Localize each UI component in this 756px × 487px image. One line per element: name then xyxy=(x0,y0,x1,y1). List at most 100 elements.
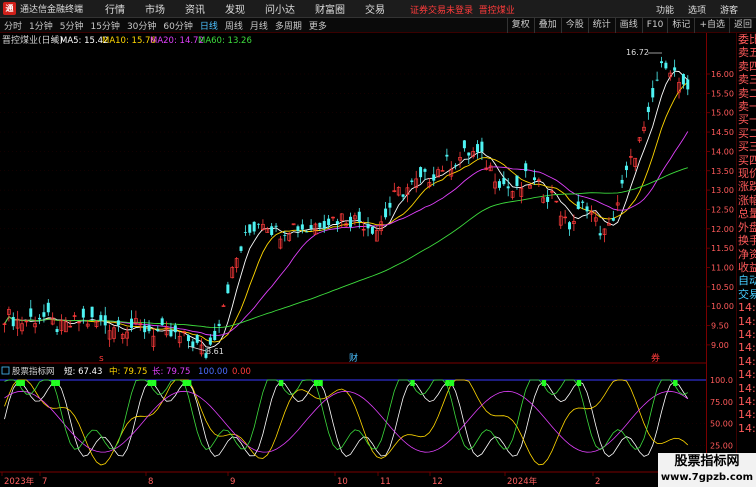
side-item-13[interactable]: 总量 xyxy=(737,207,756,220)
side-item-8[interactable]: 买三 xyxy=(737,140,756,153)
menu-item-wealth[interactable]: 财富圈 xyxy=(315,1,345,16)
indicator-high-bar xyxy=(318,380,323,386)
side-item-25[interactable]: 14:5 xyxy=(737,368,756,381)
side-item-10[interactable]: 现价 xyxy=(737,167,756,180)
indicator-high-bar xyxy=(541,380,547,386)
candle-body xyxy=(130,318,134,328)
title-bar: 通 通达信金融终端 行情 市场 资讯 发现 问小达 财富圈 交易 证券交易未登录… xyxy=(0,0,756,18)
side-item-6[interactable]: 买一 xyxy=(737,113,756,126)
ma10-line xyxy=(4,81,689,343)
side-item-14[interactable]: 外盘 xyxy=(737,221,756,234)
price-tick-label: 11.00 xyxy=(711,264,734,273)
options-button[interactable]: 选项 xyxy=(688,3,706,16)
menu-item-quotes[interactable]: 行情 xyxy=(105,1,125,16)
candle-body xyxy=(462,140,466,149)
price-tick-label: 11.50 xyxy=(711,244,734,253)
side-item-11[interactable]: 涨跌 xyxy=(737,180,756,193)
period-30min[interactable]: 30分钟 xyxy=(127,19,156,32)
side-item-27[interactable]: 14:5 xyxy=(737,395,756,408)
indicator-high-bar xyxy=(16,380,21,386)
price-tick-label: 15.50 xyxy=(711,89,734,98)
period-monthly[interactable]: 月线 xyxy=(250,19,268,32)
period-intraday[interactable]: 分时 xyxy=(4,19,22,32)
side-item-17[interactable]: 收益 xyxy=(737,261,756,274)
menu-item-trade[interactable]: 交易 xyxy=(365,1,385,16)
ma-legend-3: MA60: 13.26 xyxy=(198,36,252,46)
menu-item-market[interactable]: 市场 xyxy=(145,1,165,16)
side-item-9[interactable]: 买四 xyxy=(737,154,756,167)
indicator-tick-label: 75.00 xyxy=(710,398,733,407)
indicator-high-bar xyxy=(313,380,319,386)
tool-overlay[interactable]: 叠加 xyxy=(533,18,561,33)
period-toolbar: 分时 1分钟 5分钟 15分钟 30分钟 60分钟 日线 周线 月线 多周期 更… xyxy=(0,18,756,33)
side-item-4[interactable]: 卖二 xyxy=(737,87,756,100)
tool-f10[interactable]: F10 xyxy=(641,18,668,33)
period-1min[interactable]: 1分钟 xyxy=(29,19,53,32)
tool-draw[interactable]: 画线 xyxy=(614,18,642,33)
tool-back[interactable]: 返回 xyxy=(728,18,756,33)
period-5min[interactable]: 5分钟 xyxy=(60,19,84,32)
side-item-7[interactable]: 买二 xyxy=(737,127,756,140)
side-item-2[interactable]: 卖四 xyxy=(737,60,756,73)
side-item-1[interactable]: 卖五 xyxy=(737,46,756,59)
side-item-18[interactable]: 自动 xyxy=(737,274,756,287)
candle-body xyxy=(655,79,659,81)
side-item-5[interactable]: 卖一 xyxy=(737,100,756,113)
tool-stats[interactable]: 统计 xyxy=(587,18,615,33)
ma-legend-1: MA10: 15.76 xyxy=(102,36,156,46)
price-axis-svg: 16.00 15.50 15.00 14.50 14.00 13.50 13.00 12.50… xyxy=(707,70,734,450)
side-item-16[interactable]: 净资 xyxy=(737,248,756,261)
tool-adjust[interactable]: 复权 xyxy=(506,18,534,33)
menu-item-discover[interactable]: 发现 xyxy=(225,1,245,16)
candle-body xyxy=(213,330,217,341)
marker-finance: 财 xyxy=(349,352,358,364)
kline-chart[interactable]: 晋控煤业(日线) MA5: 15.42MA10: 15.76MA20: 14.7… xyxy=(0,33,706,487)
period-daily[interactable]: 日线 xyxy=(200,19,218,32)
period-multi[interactable]: 多周期 xyxy=(275,19,302,32)
candle-body xyxy=(257,223,261,225)
date-label-5: 11 xyxy=(380,477,391,487)
side-item-0[interactable]: 委比 xyxy=(737,33,756,46)
login-status[interactable]: 证券交易未登录 晋控煤业 xyxy=(410,3,515,16)
candle-body xyxy=(568,222,572,230)
period-15min[interactable]: 15分钟 xyxy=(90,19,119,32)
function-button[interactable]: 功能 xyxy=(656,3,674,16)
side-item-15[interactable]: 换手 xyxy=(737,234,756,247)
candle-body xyxy=(357,211,361,222)
side-item-22[interactable]: 14:5 xyxy=(737,328,756,341)
chart-area[interactable]: 晋控煤业(日线) MA5: 15.42 MA10: 15.76 MA20: 14.7… xyxy=(0,33,706,487)
tool-add-favorite[interactable]: +自选 xyxy=(694,18,729,33)
menu-item-news[interactable]: 资讯 xyxy=(185,1,205,16)
side-item-3[interactable]: 卖三 xyxy=(737,73,756,86)
side-item-20[interactable]: 14:5 xyxy=(737,301,756,314)
side-item-28[interactable]: 14:5 xyxy=(737,408,756,421)
candle-body xyxy=(38,317,42,320)
side-item-21[interactable]: 14:5 xyxy=(737,315,756,328)
side-item-23[interactable]: 14:5 xyxy=(737,341,756,354)
tool-mark[interactable]: 标记 xyxy=(667,18,694,33)
period-weekly[interactable]: 周线 xyxy=(225,19,243,32)
period-more[interactable]: 更多 xyxy=(309,19,327,32)
side-item-19[interactable]: 交易 xyxy=(737,288,756,301)
indicator-high-bar xyxy=(151,380,157,386)
menu-item-ask[interactable]: 问小达 xyxy=(265,1,295,16)
period-60min[interactable]: 60分钟 xyxy=(163,19,192,32)
quote-side-panel[interactable]: 委比 卖五 卖四 卖三 卖二 卖一 买一 买二 买三 买四 现价 涨跌 涨幅 总量 外盘 换手 净资 收益 自动 交易… xyxy=(736,33,756,487)
indicator-field-0: 股票指标网 xyxy=(12,366,55,377)
tool-today[interactable]: 今股 xyxy=(560,18,588,33)
guest-button[interactable]: 游客 xyxy=(720,3,738,16)
candle-body xyxy=(283,235,287,237)
candle-body xyxy=(186,335,190,342)
candle-body xyxy=(143,325,147,333)
candle-body xyxy=(156,329,160,331)
side-item-26[interactable]: 14:5 xyxy=(737,382,756,395)
side-item-12[interactable]: 涨幅 xyxy=(737,194,756,207)
date-label-7: 2024年 xyxy=(507,476,538,487)
side-item-24[interactable]: 14:5 xyxy=(737,355,756,368)
candle-body xyxy=(664,62,668,69)
side-item-29[interactable]: 14:5 xyxy=(737,422,756,435)
date-label-3: 9 xyxy=(230,477,235,487)
candle-body xyxy=(248,224,252,233)
candle-body xyxy=(327,218,331,226)
low-price-label: 8.61 xyxy=(206,347,224,356)
